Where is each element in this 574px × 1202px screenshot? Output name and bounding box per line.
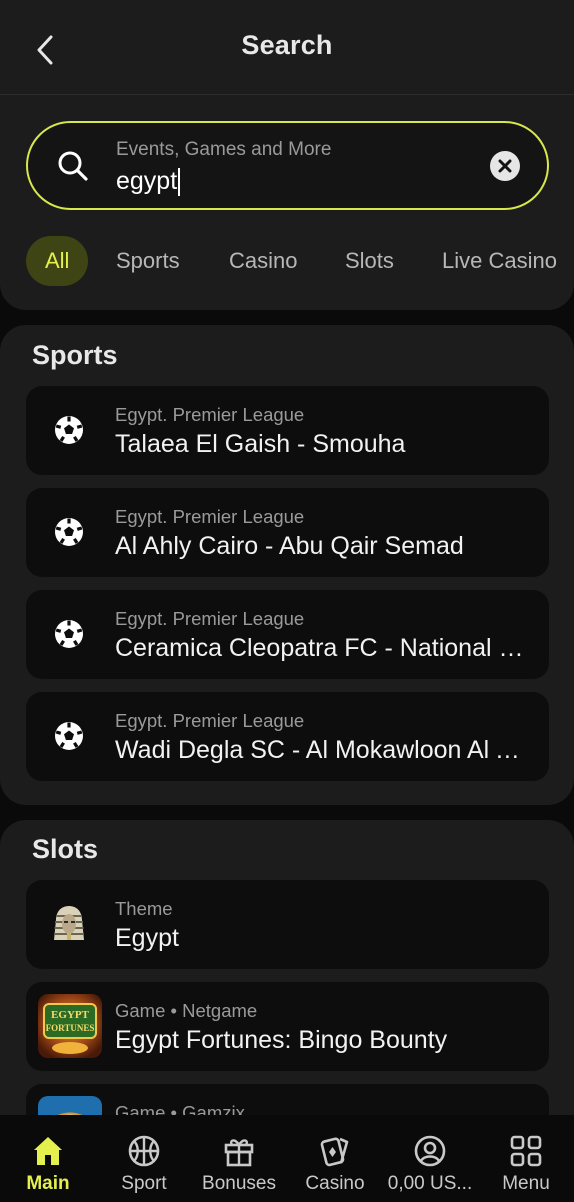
search-input[interactable]: Events, Games and More egypt <box>26 121 549 210</box>
nav-sport[interactable]: Sport <box>96 1115 192 1202</box>
section-title-sports: Sports <box>32 340 118 370</box>
sport-event-row[interactable]: Egypt. Premier League Al Ahly Cairo - Ab… <box>26 488 549 577</box>
thumb-title: EGYPT <box>51 1009 90 1021</box>
egypt-fortunes-thumbnail: EGYPT FORTUNES <box>38 994 102 1058</box>
soccer-ball-icon <box>52 515 86 549</box>
header: Search <box>0 0 574 95</box>
nav-label: Sport <box>121 1173 167 1194</box>
match-name: Al Ahly Cairo - Abu Qair Semad <box>115 532 464 560</box>
result-subtitle: Game • Netgame <box>115 1000 258 1021</box>
tab-sports[interactable]: Sports <box>116 236 180 286</box>
basketball-icon <box>128 1135 160 1167</box>
result-subtitle: Theme <box>115 898 173 919</box>
search-query-text: egypt <box>116 167 178 195</box>
league-name: Egypt. Premier League <box>115 506 305 527</box>
nav-account-balance[interactable]: 0,00 US... <box>382 1115 478 1202</box>
nav-casino[interactable]: Casino <box>287 1115 383 1202</box>
match-name: Wadi Degla SC - Al Mokawloon Al Arab <box>115 736 535 764</box>
soccer-ball-icon <box>52 413 86 447</box>
league-name: Egypt. Premier League <box>115 608 305 629</box>
tab-casino[interactable]: Casino <box>229 236 297 286</box>
tab-slots[interactable]: Slots <box>345 236 394 286</box>
nav-menu[interactable]: Menu <box>478 1115 574 1202</box>
slot-result-row[interactable]: Theme Egypt <box>26 880 549 969</box>
grid-icon <box>510 1135 542 1167</box>
close-icon <box>498 159 512 173</box>
tab-all[interactable]: All <box>26 236 89 286</box>
nav-label: Main <box>26 1173 70 1194</box>
tab-live-casino[interactable]: Live Casino <box>442 236 557 286</box>
bottom-navigation: Main Sport Bonuses Casino 0,00 US... Men… <box>0 1115 574 1202</box>
clear-search-button[interactable] <box>490 151 520 181</box>
thumb-subtitle: FORTUNES <box>46 1023 95 1033</box>
page-title: Search <box>241 30 333 60</box>
account-icon <box>414 1135 446 1167</box>
sport-event-row[interactable]: Egypt. Premier League Ceramica Cleopatra… <box>26 590 549 679</box>
soccer-ball-icon <box>52 719 86 753</box>
filter-tabs: All Sports Casino Slots Live Casino <box>0 236 574 288</box>
nav-main[interactable]: Main <box>0 1115 96 1202</box>
gift-icon <box>224 1139 254 1167</box>
nav-label: Bonuses <box>202 1173 276 1194</box>
sports-section: Sports Egypt. Premier League Talaea El G… <box>0 325 574 805</box>
cards-icon <box>320 1137 349 1167</box>
search-placeholder: Events, Games and More <box>116 139 332 160</box>
nav-label: Menu <box>502 1173 550 1194</box>
sport-event-row[interactable]: Egypt. Premier League Talaea El Gaish - … <box>26 386 549 475</box>
pharaoh-icon <box>52 906 86 941</box>
result-name: Egypt <box>115 924 179 952</box>
sport-event-row[interactable]: Egypt. Premier League Wadi Degla SC - Al… <box>26 692 549 781</box>
nav-label: Casino <box>305 1173 365 1194</box>
home-icon <box>34 1137 62 1165</box>
search-icon <box>58 151 88 181</box>
soccer-ball-icon <box>52 617 86 651</box>
league-name: Egypt. Premier League <box>115 710 305 731</box>
match-name: Talaea El Gaish - Smouha <box>115 430 406 458</box>
section-title-slots: Slots <box>32 834 99 864</box>
text-caret <box>178 167 181 196</box>
nav-label: 0,00 US... <box>387 1173 473 1194</box>
search-value[interactable]: egypt <box>116 167 181 196</box>
match-name: Ceramica Cleopatra FC - National Bank of… <box>115 634 535 662</box>
slot-result-row[interactable]: EGYPT FORTUNES Game • Netgame Egypt Fort… <box>26 982 549 1071</box>
result-name: Egypt Fortunes: Bingo Bounty <box>115 1026 448 1054</box>
league-name: Egypt. Premier League <box>115 404 305 425</box>
nav-bonuses[interactable]: Bonuses <box>191 1115 287 1202</box>
